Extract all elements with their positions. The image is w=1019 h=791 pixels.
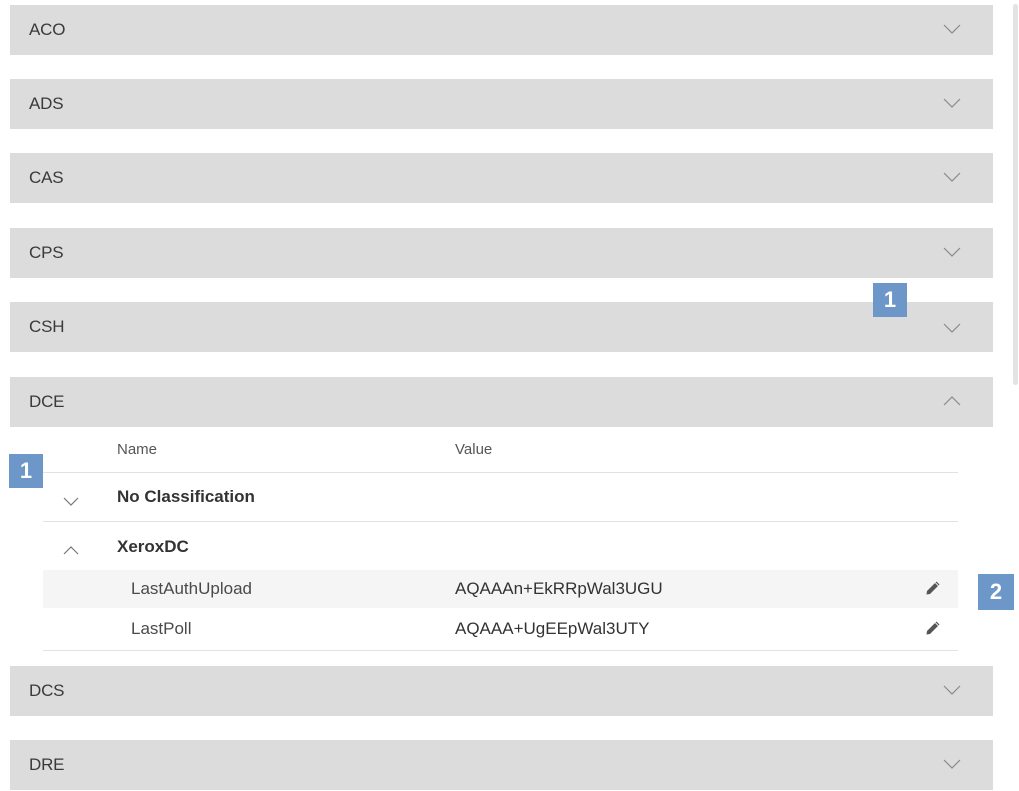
table-row: LastAuthUpload AQAAAn+EkRRpWal3UGU bbox=[43, 570, 958, 608]
chevron-down-icon bbox=[943, 323, 961, 333]
panel-label: CAS bbox=[29, 168, 64, 187]
chevron-down-icon bbox=[943, 759, 961, 769]
panel-label: CSH bbox=[29, 317, 65, 336]
group-row-no-classification[interactable]: No Classification bbox=[43, 473, 958, 521]
pencil-icon[interactable] bbox=[925, 620, 941, 636]
callout-badge: 1 bbox=[9, 454, 43, 488]
column-header-name: Name bbox=[117, 441, 158, 458]
panel-label: ADS bbox=[29, 94, 64, 113]
panel-dcs-header[interactable]: DCS bbox=[10, 666, 993, 716]
property-value: AQAAAn+EkRRpWal3UGU bbox=[455, 579, 663, 598]
panel-cps-header[interactable]: CPS bbox=[10, 228, 993, 278]
column-header-value: Value bbox=[455, 441, 493, 458]
dce-properties-table: Name Value No Classification XeroxDC Las… bbox=[43, 428, 958, 651]
panel-label: CPS bbox=[29, 243, 64, 262]
scrollbar-thumb[interactable] bbox=[1013, 4, 1018, 385]
pencil-icon[interactable] bbox=[925, 580, 941, 596]
chevron-down-icon bbox=[943, 685, 961, 695]
chevron-down-icon bbox=[943, 247, 961, 257]
property-name: LastPoll bbox=[131, 619, 192, 638]
divider bbox=[43, 521, 958, 522]
chevron-down-icon bbox=[943, 24, 961, 34]
chevron-up-icon bbox=[943, 396, 961, 406]
divider bbox=[43, 650, 958, 651]
table-row: LastPoll AQAAA+UgEEpWal3UTY bbox=[43, 610, 958, 648]
chevron-down-icon bbox=[943, 98, 961, 108]
panel-label: DCS bbox=[29, 681, 65, 700]
chevron-down-icon bbox=[943, 172, 961, 182]
panel-label: DCE bbox=[29, 392, 65, 411]
panel-ads-header[interactable]: ADS bbox=[10, 79, 993, 129]
panel-cas-header[interactable]: CAS bbox=[10, 153, 993, 203]
property-value: AQAAA+UgEEpWal3UTY bbox=[455, 619, 650, 638]
group-row-xeroxdc[interactable]: XeroxDC bbox=[43, 526, 958, 568]
callout-badge: 2 bbox=[978, 574, 1014, 610]
panel-label: ACO bbox=[29, 20, 66, 39]
chevron-up-icon bbox=[63, 542, 79, 555]
group-label: XeroxDC bbox=[117, 537, 189, 556]
panel-dce-header[interactable]: DCE bbox=[10, 377, 993, 427]
panel-csh-header[interactable]: CSH bbox=[10, 302, 993, 352]
group-label: No Classification bbox=[117, 487, 255, 506]
property-name: LastAuthUpload bbox=[131, 579, 252, 598]
panel-aco-header[interactable]: ACO bbox=[10, 5, 993, 55]
chevron-down-icon bbox=[63, 493, 79, 506]
panel-label: DRE bbox=[29, 755, 65, 774]
callout-badge: 1 bbox=[873, 283, 907, 317]
panel-dre-header[interactable]: DRE bbox=[10, 740, 993, 790]
